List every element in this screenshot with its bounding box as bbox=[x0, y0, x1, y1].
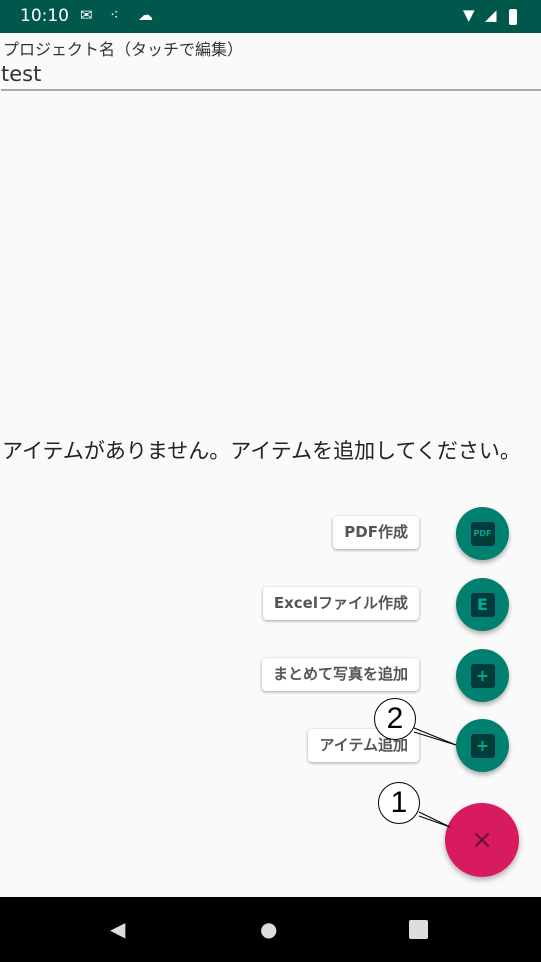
annotation-arrows bbox=[413, 727, 457, 828]
back-icon[interactable]: ◀ bbox=[110, 917, 125, 941]
annotation-2: 2 bbox=[374, 698, 416, 740]
navigation-bar: ◀ ● bbox=[0, 897, 541, 962]
recents-icon[interactable] bbox=[409, 920, 428, 939]
home-icon[interactable]: ● bbox=[260, 917, 277, 941]
annotation-1: 1 bbox=[378, 782, 420, 824]
